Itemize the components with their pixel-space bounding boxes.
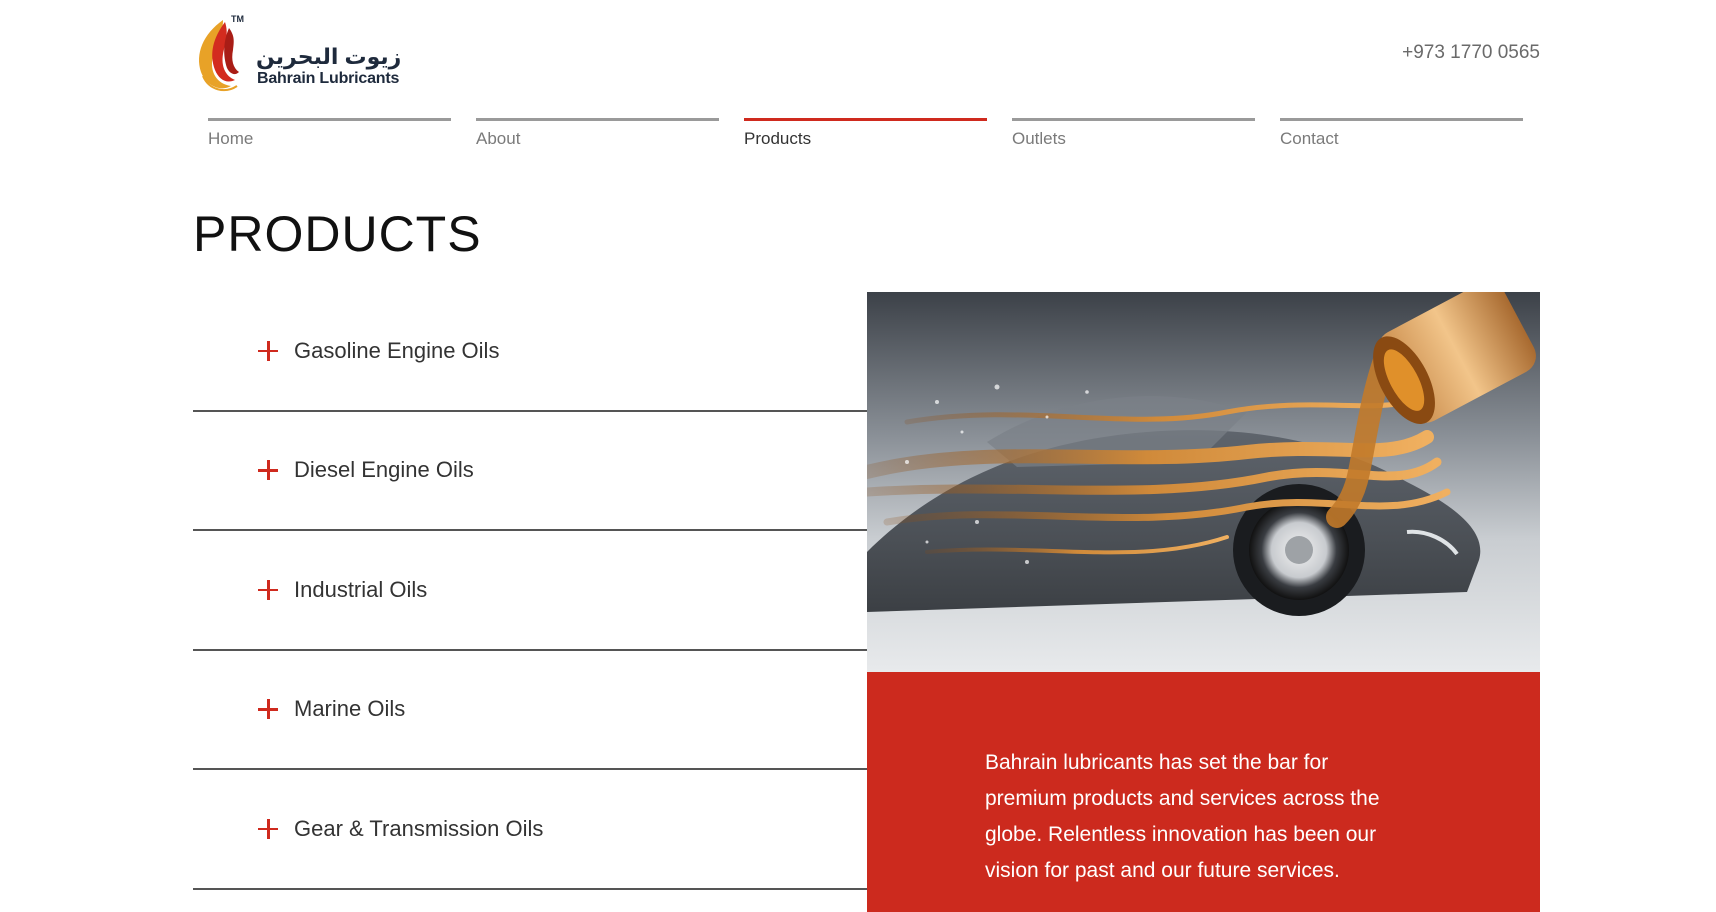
accordion-label: Gasoline Engine Oils bbox=[294, 337, 500, 363]
main-nav: Home About Products Outlets Contact bbox=[208, 118, 1548, 149]
logo-english-text: Bahrain Lubricants bbox=[257, 70, 400, 87]
nav-item-outlets[interactable]: Outlets bbox=[1012, 118, 1255, 149]
accordion-item-gear-transmission-oils[interactable]: Gear & Transmission Oils bbox=[193, 770, 867, 890]
plus-icon bbox=[258, 818, 278, 839]
accordion-item-diesel-engine-oils[interactable]: Diesel Engine Oils bbox=[193, 412, 867, 531]
phone-number[interactable]: +973 1770 0565 bbox=[1402, 42, 1540, 64]
flame-logo-icon bbox=[199, 20, 239, 92]
info-description: Bahrain lubricants has set the bar for p… bbox=[985, 751, 1380, 882]
car-oil-illustration bbox=[867, 292, 1536, 616]
plus-icon bbox=[258, 340, 278, 361]
page-title: PRODUCTS bbox=[193, 206, 482, 262]
accordion-label: Industrial Oils bbox=[294, 576, 428, 602]
plus-icon bbox=[258, 699, 278, 720]
accordion-item-gasoline-engine-oils[interactable]: Gasoline Engine Oils bbox=[193, 292, 867, 412]
hero-image-car-oil-splash bbox=[867, 292, 1540, 672]
plus-icon bbox=[258, 579, 278, 600]
brand-logo[interactable]: TM زيوت البحرين Bahrain Lubricants bbox=[193, 14, 403, 96]
nav-item-about[interactable]: About bbox=[476, 118, 719, 149]
accordion-label: Diesel Engine Oils bbox=[294, 457, 474, 483]
logo-arabic-text: زيوت البحرين bbox=[256, 44, 402, 69]
nav-item-contact[interactable]: Contact bbox=[1280, 118, 1523, 149]
trademark-symbol: TM bbox=[231, 14, 244, 24]
nav-item-home[interactable]: Home bbox=[208, 118, 451, 149]
accordion-label: Marine Oils bbox=[294, 696, 406, 722]
accordion-item-marine-oils[interactable]: Marine Oils bbox=[193, 651, 867, 770]
accordion-item-industrial-oils[interactable]: Industrial Oils bbox=[193, 531, 867, 651]
plus-icon bbox=[258, 460, 278, 481]
info-panel: Bahrain lubricants has set the bar for p… bbox=[867, 672, 1540, 912]
accordion-label: Gear & Transmission Oils bbox=[294, 815, 544, 841]
nav-item-products[interactable]: Products bbox=[744, 118, 987, 149]
product-accordion: Gasoline Engine Oils Diesel Engine Oils … bbox=[193, 292, 867, 890]
